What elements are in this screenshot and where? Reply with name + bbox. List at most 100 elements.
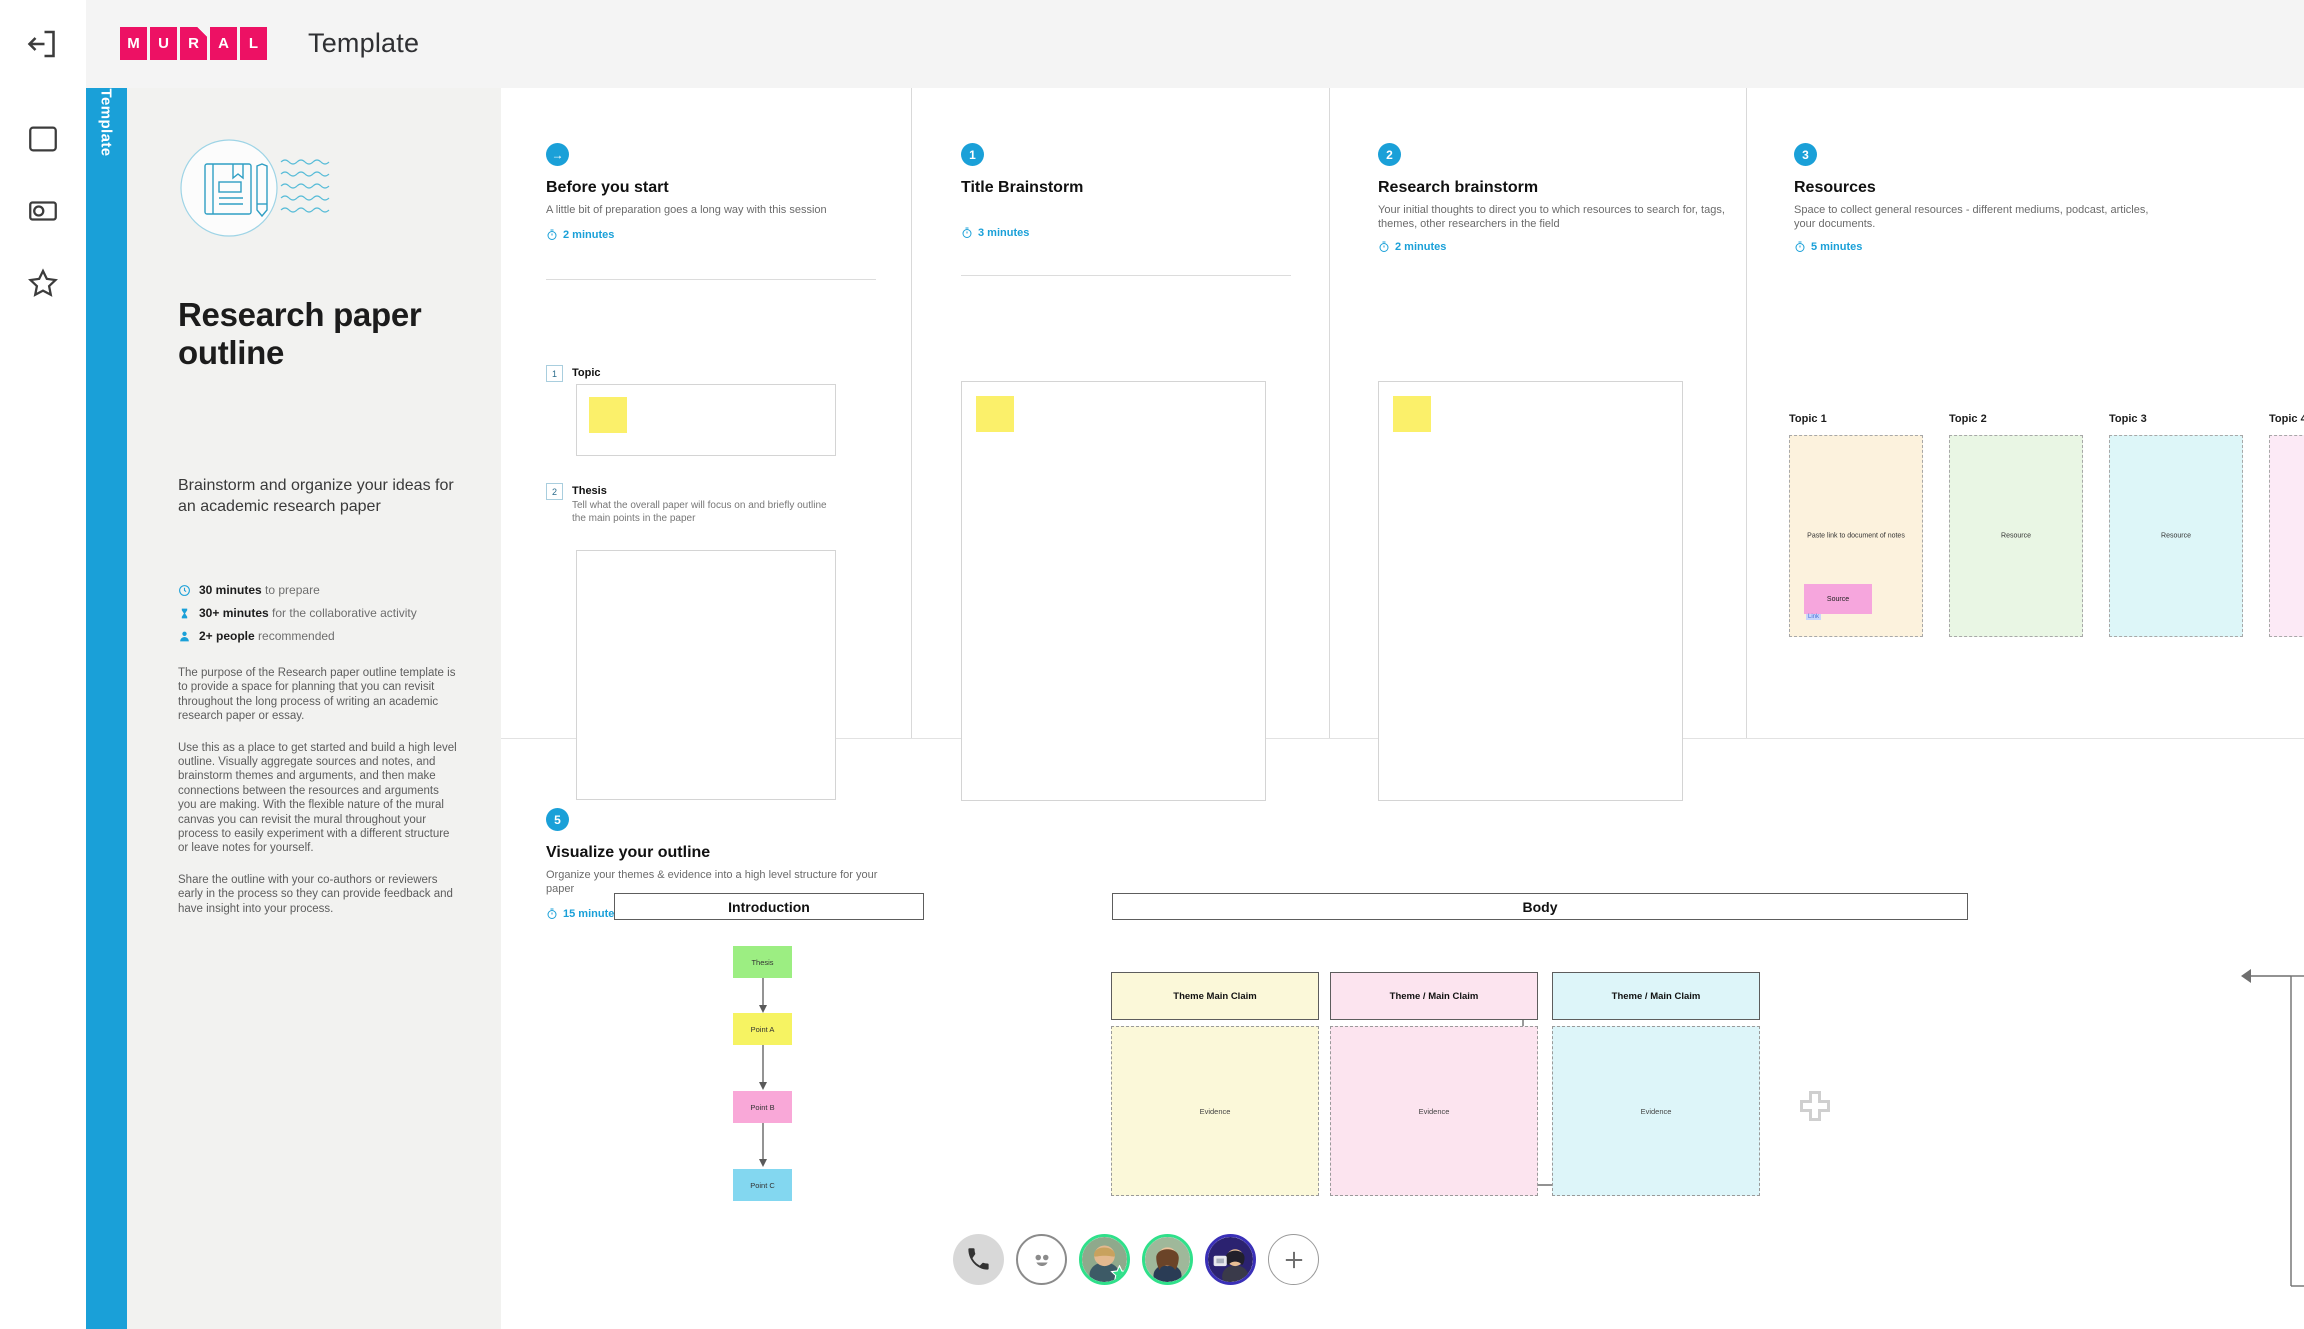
section-badge-arrow: →: [546, 143, 569, 166]
meta-rest-prepare: to prepare: [261, 583, 320, 597]
topic-card-2[interactable]: Resource: [1949, 435, 2083, 637]
section-title-2: Research brainstorm: [1378, 179, 1539, 196]
section-before-you-start[interactable]: → Before you start A little bit of prepa…: [546, 143, 876, 280]
topic-label-4: Topic 4: [2269, 413, 2304, 425]
section-time-3: 5 minutes: [1794, 241, 2164, 253]
info-paragraph-2: Use this as a place to get started and b…: [178, 741, 457, 855]
topic-column-2[interactable]: Topic 2 Resource: [1949, 413, 2083, 637]
section-desc-before: A little bit of preparation goes a long …: [546, 204, 827, 216]
timer-icon: [962, 227, 972, 238]
topic-frame[interactable]: [576, 384, 836, 456]
topic-inner-text-1: Paste link to document of notes: [1807, 532, 1905, 540]
plus-icon: [1285, 1251, 1302, 1268]
title-brainstorm-frame[interactable]: [961, 381, 1266, 801]
step-label-thesis: Thesis: [572, 485, 607, 497]
meta-strong-people: 2+ people: [199, 629, 255, 643]
exit-button[interactable]: [0, 0, 86, 88]
meta-strong-prepare: 30 minutes: [199, 583, 262, 597]
plus-separator-2: [1797, 1088, 1833, 1129]
source-link[interactable]: Link: [1806, 614, 1822, 620]
column-divider-2: [1329, 88, 1330, 738]
mural-canvas[interactable]: → Before you start A little bit of prepa…: [501, 88, 2304, 1329]
topic-column-4[interactable]: Topic 4: [2269, 413, 2304, 637]
smiley-icon: [1034, 1254, 1048, 1266]
participant-avatar-2[interactable]: [1142, 1234, 1193, 1285]
section-divider-1: [961, 275, 1291, 276]
info-subtitle: Brainstorm and organize your ideas for a…: [178, 477, 454, 515]
sticky-note-topic[interactable]: [589, 397, 627, 433]
theme-claim-1[interactable]: Theme Main Claim: [1111, 972, 1319, 1020]
sticky-note-research[interactable]: [1393, 396, 1431, 432]
reaction-button[interactable]: [1016, 1234, 1067, 1285]
section-badge-3: 3: [1794, 143, 1817, 166]
participant-avatar-3[interactable]: [1205, 1234, 1256, 1285]
section-time-1-label: 3 minutes: [978, 227, 1030, 239]
section-divider-before: [546, 279, 876, 280]
step-topic[interactable]: 1 Topic: [546, 365, 601, 382]
topic-column-1[interactable]: Topic 1 Paste link to document of notes …: [1789, 413, 1923, 637]
section-desc-2: Your initial thoughts to direct you to w…: [1378, 204, 1725, 230]
meta-row-people: 2+ people recommended: [178, 629, 478, 643]
logo-letter-a: A: [210, 27, 237, 60]
rail-item-notes[interactable]: [16, 112, 70, 166]
template-side-tab[interactable]: Template: [86, 88, 127, 1329]
topic-label-3: Topic 3: [2109, 413, 2147, 425]
section-resources[interactable]: 3 Resources Space to collect general res…: [1794, 143, 2164, 253]
meta-strong-activity: 30+ minutes: [199, 606, 269, 620]
logo-letter-u: U: [150, 27, 177, 60]
mural-logo[interactable]: M U R A L: [120, 27, 267, 60]
column-divider-1: [911, 88, 912, 738]
sticky-note-title[interactable]: [976, 396, 1014, 432]
notebook-pen-icon: [180, 139, 330, 237]
step-desc-thesis: Tell what the overall paper will focus o…: [572, 500, 827, 524]
research-brainstorm-frame[interactable]: [1378, 381, 1683, 801]
section-research-brainstorm[interactable]: 2 Research brainstorm Your initial thoug…: [1378, 143, 1728, 253]
avatar: [1208, 1237, 1253, 1282]
topic-card-3[interactable]: Resource: [2109, 435, 2243, 637]
logo-letter-l: L: [240, 27, 267, 60]
step-thesis[interactable]: 2 Thesis Tell what the overall paper wil…: [546, 483, 846, 525]
section-badge-2: 2: [1378, 143, 1401, 166]
add-participant-button[interactable]: [1268, 1234, 1319, 1285]
meta-row-prepare: 30 minutes to prepare: [178, 583, 478, 597]
template-tab-label: Template: [97, 88, 115, 157]
meta-row-activity: 30+ minutes for the collaborative activi…: [178, 606, 478, 620]
section-desc-3: Space to collect general resources - dif…: [1794, 204, 2149, 230]
star-icon: [28, 268, 58, 297]
section-badge-1: 1: [961, 143, 984, 166]
participant-avatar-1[interactable]: [1079, 1234, 1130, 1285]
call-button[interactable]: [953, 1234, 1004, 1285]
page-title: Template: [308, 28, 420, 58]
body-band[interactable]: Body: [1112, 893, 1968, 920]
topic-card-4[interactable]: [2269, 435, 2304, 637]
person-icon: [180, 631, 189, 642]
theme-claim-2[interactable]: Theme / Main Claim: [1330, 972, 1538, 1020]
meta-rest-activity: for the collaborative activity: [268, 606, 417, 620]
evidence-box-1[interactable]: Evidence: [1111, 1026, 1319, 1196]
source-sticky-note[interactable]: Source: [1804, 584, 1872, 614]
meta-rest-people: recommended: [254, 629, 335, 643]
intro-chain-arrows: [759, 978, 767, 1167]
section-title-3: Resources: [1794, 179, 1876, 196]
introduction-band[interactable]: Introduction: [614, 893, 924, 920]
topic-column-3[interactable]: Topic 3 Resource: [2109, 413, 2243, 637]
topic-card-1[interactable]: Paste link to document of notes Source L…: [1789, 435, 1923, 637]
info-paragraph-3: Share the outline with your co-authors o…: [178, 873, 453, 915]
evidence-box-3[interactable]: Evidence: [1552, 1026, 1760, 1196]
avatar: [1145, 1237, 1190, 1282]
thesis-frame[interactable]: [576, 550, 836, 800]
section-title-brainstorm[interactable]: 1 Title Brainstorm 3 minutes: [961, 143, 1291, 276]
column-divider-3: [1746, 88, 1747, 738]
logo-letter-r: R: [180, 27, 207, 60]
step-number-2: 2: [546, 483, 563, 500]
rail-item-shapes[interactable]: [16, 184, 70, 238]
rail-item-favorites[interactable]: [16, 256, 70, 310]
participants-toolbar[interactable]: [953, 1234, 1319, 1285]
theme-claim-3[interactable]: Theme / Main Claim: [1552, 972, 1760, 1020]
section-time-2-label: 2 minutes: [1395, 241, 1447, 253]
info-description: The purpose of the Research paper outlin…: [178, 666, 460, 933]
sticky-note-icon: [29, 126, 57, 152]
evidence-box-2[interactable]: Evidence: [1330, 1026, 1538, 1196]
section-time-1: 3 minutes: [961, 227, 1291, 239]
hourglass-icon: [181, 608, 188, 619]
